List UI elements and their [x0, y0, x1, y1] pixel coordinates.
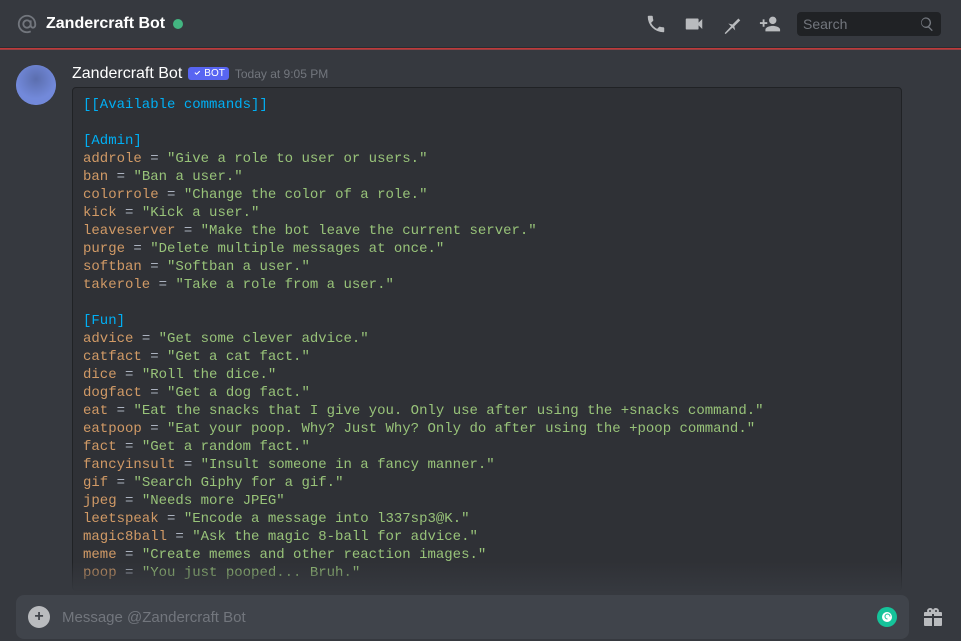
message-timestamp: Today at 9:05 PM	[235, 67, 328, 81]
grammarly-icon[interactable]	[877, 607, 897, 627]
search-icon	[919, 16, 935, 32]
gift-icon[interactable]	[921, 605, 945, 629]
message-input-placeholder: Message @Zandercraft Bot	[62, 609, 865, 626]
add-friend-icon[interactable]	[759, 13, 781, 35]
message: Zandercraft Bot BOT Today at 9:05 PM [[A…	[16, 65, 945, 591]
messages-area: Zandercraft Bot BOT Today at 9:05 PM [[A…	[0, 49, 961, 592]
pin-icon[interactable]	[721, 13, 743, 35]
bot-badge: BOT	[188, 67, 229, 80]
channel-header: Zandercraft Bot Search	[0, 0, 961, 48]
search-input[interactable]: Search	[797, 12, 941, 36]
avatar[interactable]	[16, 65, 56, 105]
header-toolbar: Search	[645, 12, 941, 36]
video-call-icon[interactable]	[683, 13, 705, 35]
at-icon	[16, 13, 38, 35]
message-author[interactable]: Zandercraft Bot	[72, 65, 182, 83]
status-online-icon	[173, 19, 183, 29]
code-block: [[Available commands]] [Admin] addrole =…	[72, 87, 902, 591]
attach-button[interactable]: +	[28, 606, 50, 628]
channel-title: Zandercraft Bot	[46, 15, 165, 33]
message-input[interactable]: + Message @Zandercraft Bot	[16, 595, 909, 639]
verified-check-icon	[192, 68, 202, 78]
search-placeholder: Search	[803, 16, 919, 32]
start-call-icon[interactable]	[645, 13, 667, 35]
message-input-bar: + Message @Zandercraft Bot	[0, 593, 961, 641]
